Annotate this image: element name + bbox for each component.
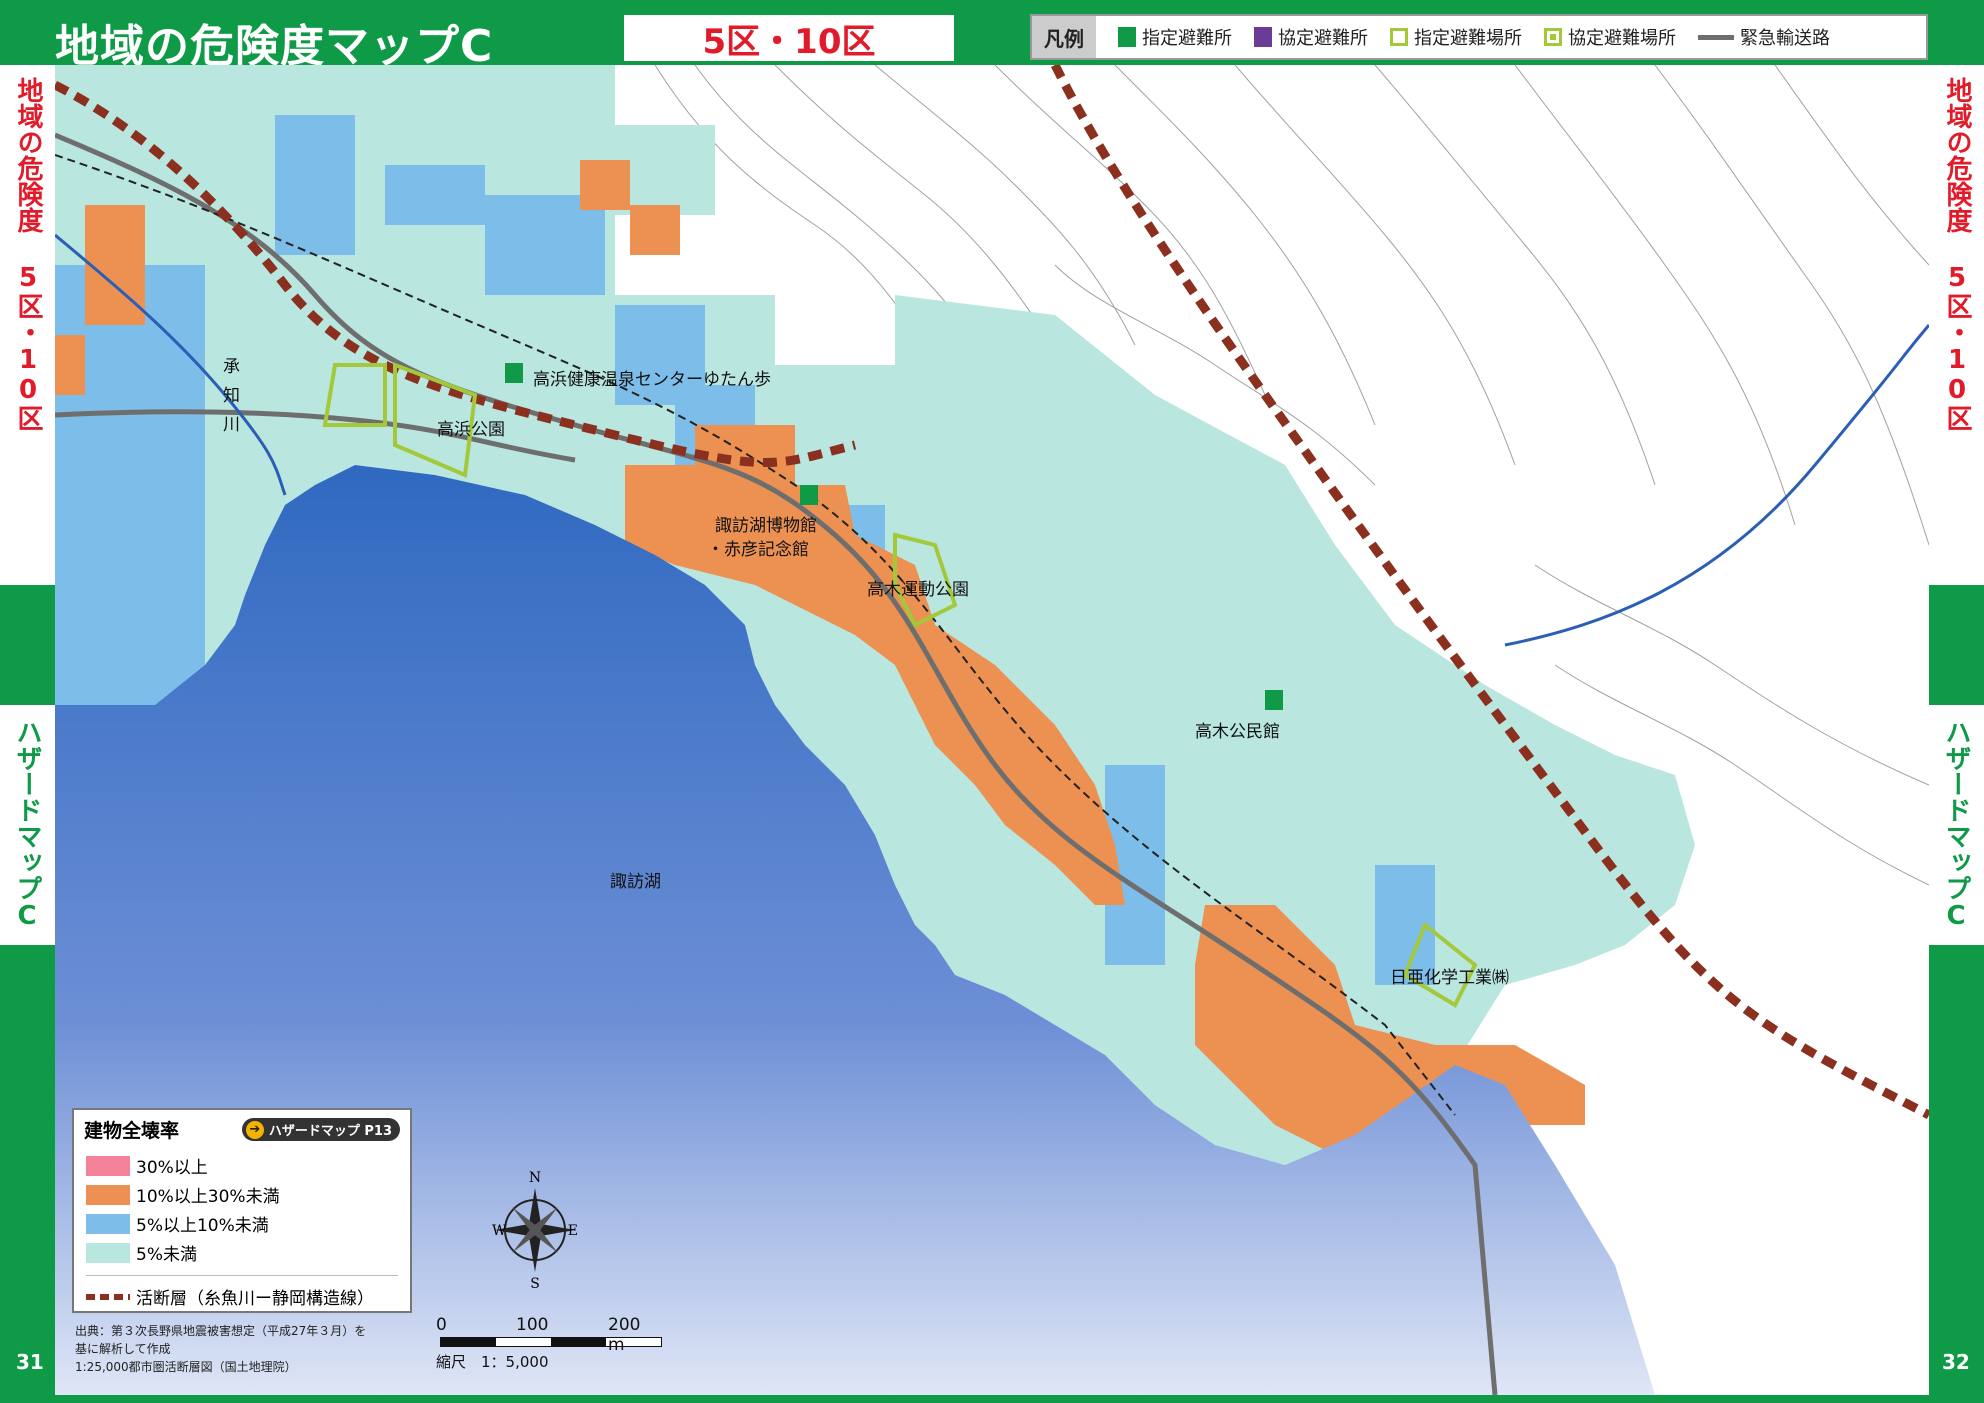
legend-item-emergency-road: 緊急輸送路 — [1698, 24, 1830, 50]
fault-legend-item: 活断層（糸魚川ー静岡構造線） — [86, 1275, 398, 1309]
page-number-right: 32 — [1942, 1350, 1970, 1374]
compass-w: W — [492, 1223, 507, 1239]
agreement-shelter-icon — [1254, 27, 1272, 47]
hazard-legend: 建物全壊率 ➔ ハザードマップ P13 30%以上 10%以上30%未満 5%以上… — [72, 1108, 412, 1313]
legend-item-designated-shelter: 指定避難所 — [1118, 24, 1232, 50]
river-label: 承知川 — [219, 357, 239, 444]
scale-bar: 0 100 200 m 縮尺 1：5,000 — [436, 1315, 662, 1372]
hazard-map-ref-link[interactable]: ➔ ハザードマップ P13 — [241, 1118, 400, 1141]
designated-shelter-icon — [1118, 27, 1136, 47]
map-legend: 凡例 指定避難所 協定避難所 指定避難場所 協定避難場所 緊急輸送路 — [1030, 14, 1928, 60]
legend-item-agreement-shelter: 協定避難所 — [1254, 24, 1368, 50]
hazard-legend-item: 5%以上10%未満 — [86, 1211, 398, 1236]
agreement-evacuation-site-icon — [1544, 28, 1562, 46]
sports-park-label: 高木運動公園 — [867, 580, 969, 600]
lake-label: 諏訪湖 — [610, 872, 661, 892]
arrow-right-icon: ➔ — [245, 1120, 264, 1139]
compass-s: S — [530, 1276, 540, 1288]
factory-label: 日亜化学工業㈱ — [1390, 968, 1509, 988]
compass-rose-icon: N S E W — [490, 1168, 580, 1292]
museum-label-2: ・赤彦記念館 — [707, 540, 809, 560]
fault-line-icon — [86, 1293, 130, 1300]
hazard-legend-title: 建物全壊率 — [84, 1120, 180, 1142]
side-tab-right-lower: ハザードマップC — [1929, 705, 1984, 945]
hazard-legend-item: 10%以上30%未満 — [86, 1182, 398, 1207]
side-tab-left-upper: 地域の危険度 5区・10区 — [0, 65, 55, 585]
legend-title: 凡例 — [1032, 16, 1096, 58]
hazard-legend-item: 30%以上 — [86, 1153, 398, 1178]
page-number-left: 31 — [16, 1350, 44, 1374]
designated-evacuation-site-icon — [1390, 28, 1408, 46]
side-tab-left-lower: ハザードマップC — [0, 705, 55, 945]
emergency-road-icon — [1698, 34, 1734, 40]
legend-item-designated-site: 指定避難場所 — [1390, 24, 1522, 50]
compass-e: E — [568, 1223, 578, 1239]
museum-label: 諏訪湖博物館 — [715, 516, 817, 536]
hazard-legend-item: 5%未満 — [86, 1240, 398, 1265]
park-label: 高浜公園 — [437, 420, 505, 440]
compass-n: N — [529, 1170, 541, 1186]
side-tab-right-upper: 地域の危険度 5区・10区 — [1929, 65, 1984, 585]
onsen-label: 高浜健康温泉センターゆたん歩 — [533, 370, 771, 390]
ward-label: 5区・10区 — [624, 15, 954, 62]
source-note: 出典：第３次長野県地震被害想定（平成27年３月）を 基に解析して作成 1:25,… — [75, 1324, 367, 1374]
community-hall-label: 高木公民館 — [1195, 722, 1280, 742]
legend-item-agreement-site: 協定避難場所 — [1544, 24, 1676, 50]
